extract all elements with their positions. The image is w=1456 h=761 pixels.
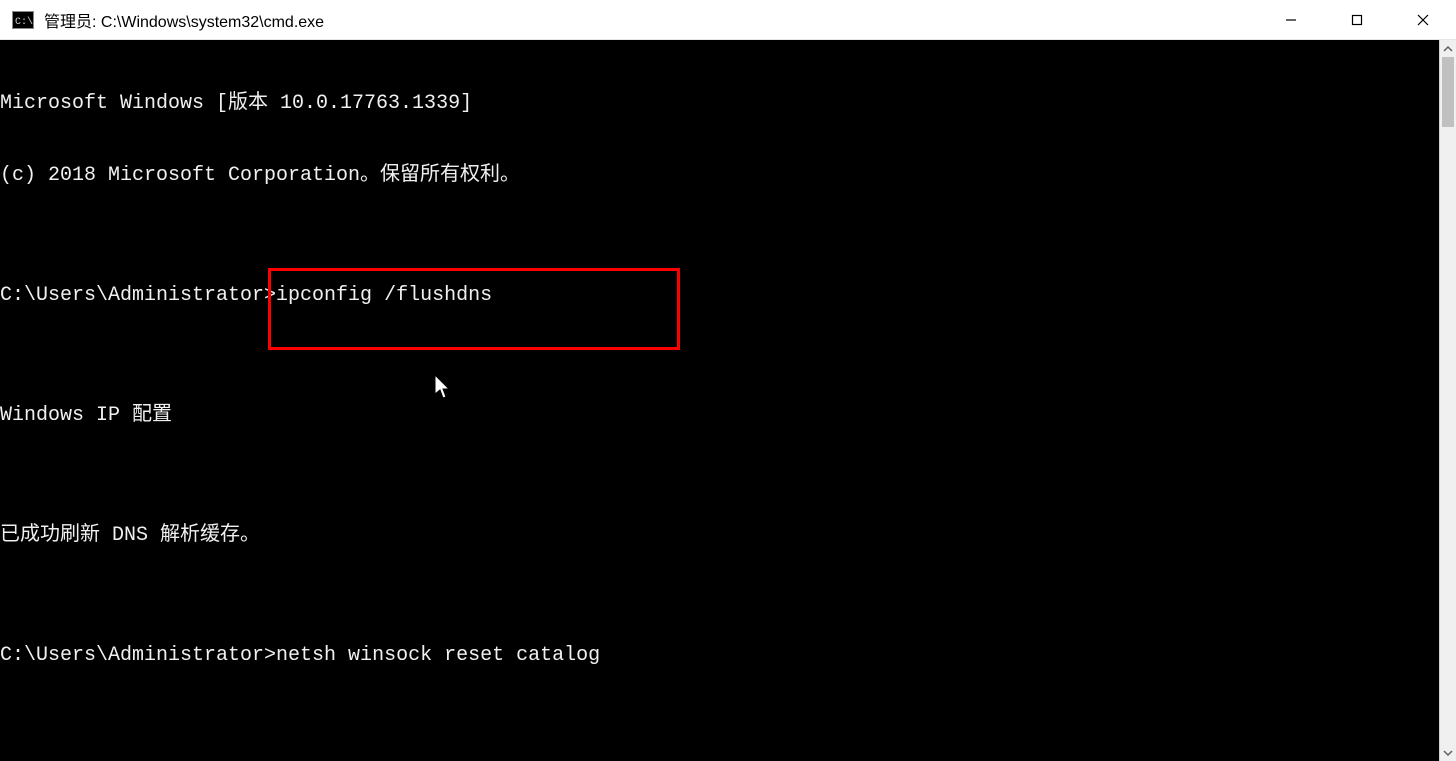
close-icon — [1417, 14, 1429, 26]
scroll-down-button[interactable] — [1440, 744, 1456, 761]
window-title: 管理员: C:\Windows\system32\cmd.exe — [44, 8, 1258, 32]
maximize-icon — [1351, 14, 1363, 26]
highlight-annotation — [268, 268, 680, 350]
prompt-line: C:\Users\Administrator>ipconfig /flushdn… — [0, 284, 1439, 308]
output-line: (c) 2018 Microsoft Corporation。保留所有权利。 — [0, 164, 1439, 188]
vertical-scrollbar[interactable] — [1439, 40, 1456, 761]
svg-text:C:\: C:\ — [15, 16, 33, 28]
window-controls — [1258, 0, 1456, 39]
terminal-container: Microsoft Windows [版本 10.0.17763.1339] (… — [0, 40, 1456, 761]
prompt-path: C:\Users\Administrator> — [0, 644, 276, 667]
prompt-command: netsh winsock reset catalog — [276, 644, 600, 667]
terminal[interactable]: Microsoft Windows [版本 10.0.17763.1339] (… — [0, 40, 1439, 761]
chevron-down-icon — [1443, 750, 1453, 756]
output-line: Windows IP 配置 — [0, 404, 1439, 428]
window-titlebar[interactable]: C:\ 管理员: C:\Windows\system32\cmd.exe — [0, 0, 1456, 40]
scroll-up-button[interactable] — [1440, 40, 1456, 57]
scroll-thumb[interactable] — [1442, 57, 1454, 127]
minimize-icon — [1285, 14, 1297, 26]
close-button[interactable] — [1390, 0, 1456, 39]
cmd-icon: C:\ — [10, 10, 36, 30]
chevron-up-icon — [1443, 46, 1453, 52]
maximize-button[interactable] — [1324, 0, 1390, 39]
scroll-track[interactable] — [1440, 57, 1456, 744]
prompt-path: C:\Users\Administrator> — [0, 284, 276, 307]
prompt-command: ipconfig /flushdns — [276, 284, 492, 307]
minimize-button[interactable] — [1258, 0, 1324, 39]
prompt-line: C:\Users\Administrator>netsh winsock res… — [0, 644, 1439, 668]
output-line: Microsoft Windows [版本 10.0.17763.1339] — [0, 92, 1439, 116]
output-line: 已成功刷新 DNS 解析缓存。 — [0, 524, 1439, 548]
